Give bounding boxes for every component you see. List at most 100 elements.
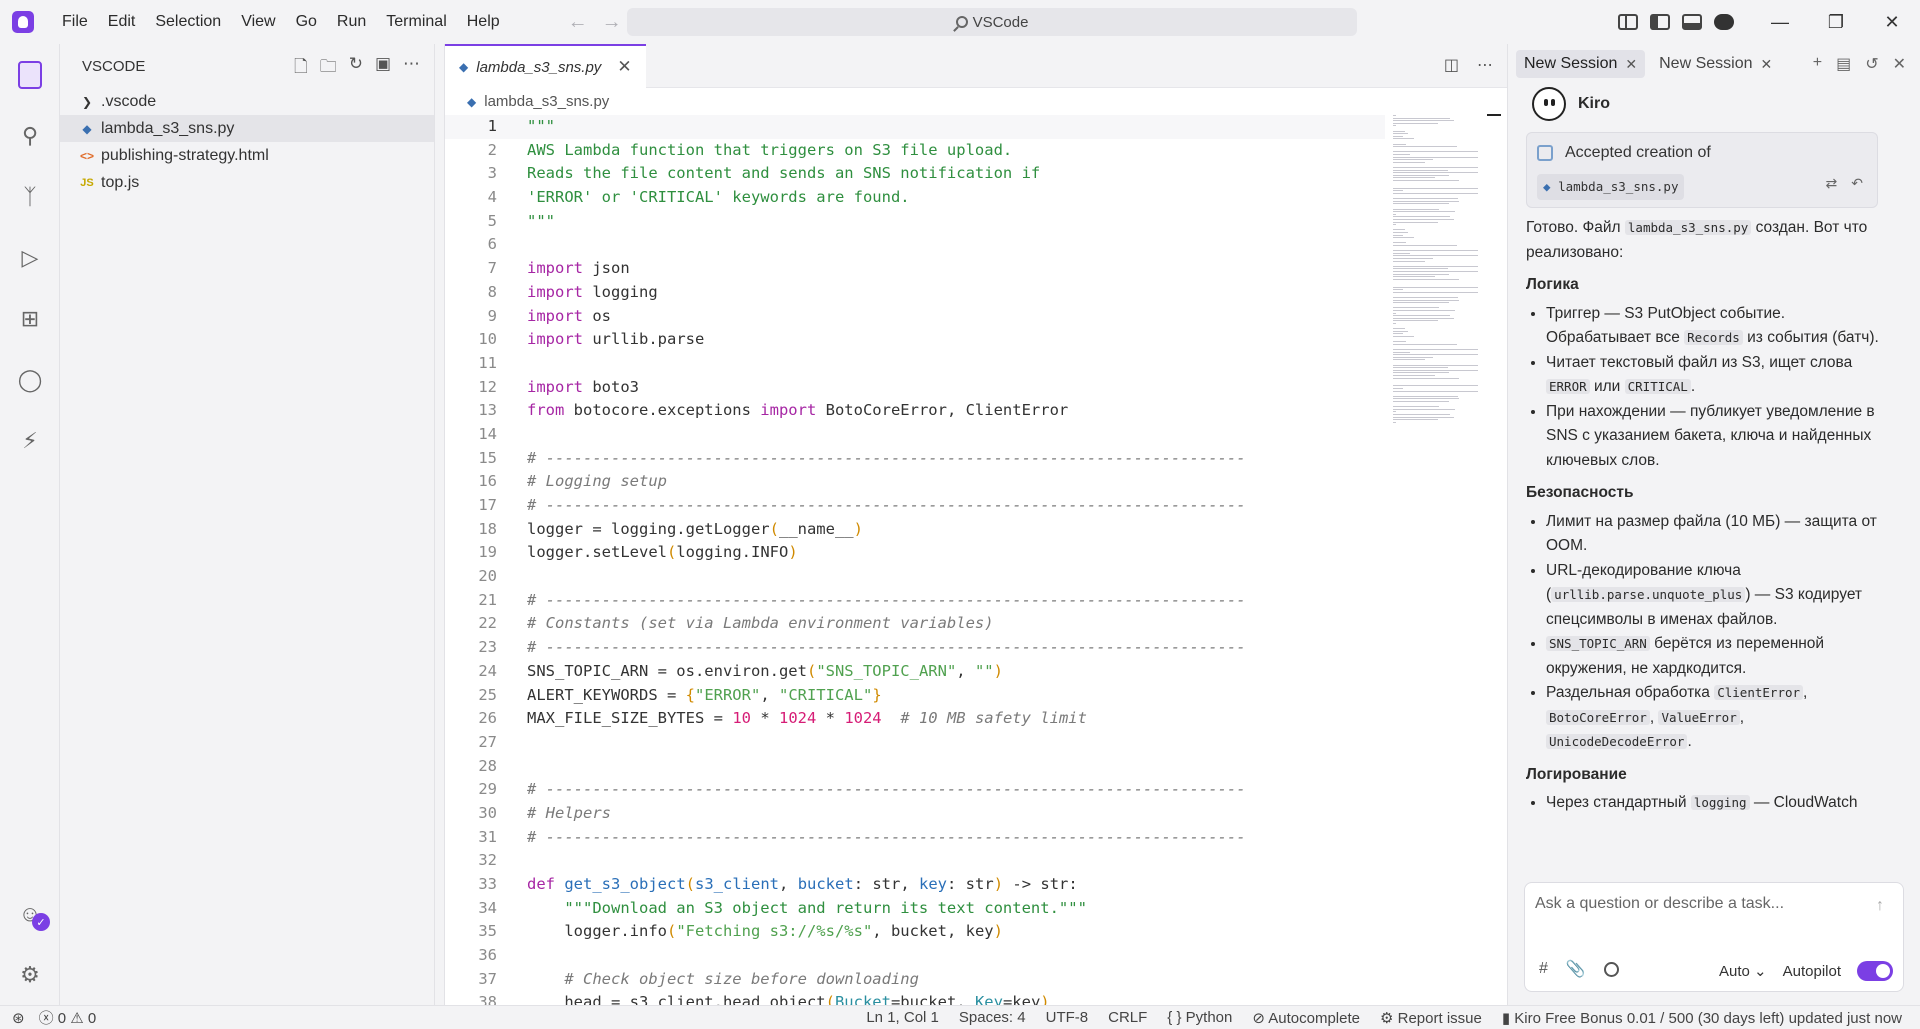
code-line[interactable]: 3 Reads the file content and sends an SNS… <box>445 162 1385 186</box>
code-line[interactable]: 4 'ERROR' or 'CRITICAL' keywords are foun… <box>445 186 1385 210</box>
toggle-sidebar-icon[interactable] <box>1650 14 1670 30</box>
code-line[interactable]: 5 """ <box>445 210 1385 234</box>
menu-edit[interactable]: Edit <box>98 0 146 44</box>
close-window-button[interactable]: ✕ <box>1864 0 1920 44</box>
minimize-button[interactable]: — <box>1752 0 1808 44</box>
collapse-all-icon[interactable]: ▣ <box>375 54 391 83</box>
command-center[interactable]: VSCode <box>627 8 1357 36</box>
menu-terminal[interactable]: Terminal <box>376 0 456 44</box>
code-line[interactable]: 30 # Helpers <box>445 802 1385 826</box>
tree-item-vscode-folder[interactable]: ❯ .vscode <box>60 88 434 115</box>
code-line[interactable]: 21 # ------------------------------------… <box>445 589 1385 613</box>
new-file-icon[interactable]: 🗋 <box>294 54 308 83</box>
code-line[interactable]: 24 SNS_TOPIC_ARN = os.environ.get("SNS_TO… <box>445 660 1385 684</box>
menu-file[interactable]: File <box>52 0 98 44</box>
refresh-icon[interactable]: ↻ <box>349 54 363 83</box>
new-session-icon[interactable]: + <box>1813 54 1822 74</box>
accepted-file-chip[interactable]: ◆ lambda_s3_sns.py <box>1537 173 1685 200</box>
search-activity[interactable]: ⚲ <box>0 105 60 166</box>
autocomplete-status[interactable]: ⊘ Autocomplete <box>1252 1009 1360 1027</box>
editor-tab-lambda[interactable]: ◆ lambda_s3_sns.py ✕ <box>445 44 646 88</box>
report-issue[interactable]: ⚙ Report issue <box>1380 1009 1482 1027</box>
code-line[interactable]: 19 logger.setLevel(logging.INFO) <box>445 541 1385 565</box>
code-line[interactable]: 17 # ------------------------------------… <box>445 494 1385 518</box>
code-line[interactable]: 29 # ------------------------------------… <box>445 778 1385 802</box>
code-line[interactable]: 13 from botocore.exceptions import BotoCo… <box>445 399 1385 423</box>
kiro-activity[interactable]: ◯ <box>0 349 60 410</box>
code-line[interactable]: 34 """Download an S3 object and return i… <box>445 897 1385 921</box>
code-line[interactable]: 32 <box>445 849 1385 873</box>
toggle-panel-icon[interactable] <box>1682 14 1702 30</box>
attach-icon[interactable]: 📎 <box>1566 959 1586 979</box>
code-line[interactable]: 11 <box>445 352 1385 376</box>
autopilot-toggle[interactable] <box>1857 961 1893 981</box>
code-line[interactable]: 12 import boto3 <box>445 376 1385 400</box>
menu-help[interactable]: Help <box>457 0 510 44</box>
back-arrow-icon[interactable]: ← <box>568 11 588 34</box>
code-line[interactable]: 28 <box>445 755 1385 779</box>
indentation[interactable]: Spaces: 4 <box>959 1009 1026 1026</box>
new-folder-icon[interactable]: 🗀 <box>320 54 337 83</box>
forward-arrow-icon[interactable]: → <box>602 11 622 34</box>
code-line[interactable]: 26 MAX_FILE_SIZE_BYTES = 10 * 1024 * 1024… <box>445 707 1385 731</box>
session-list-icon[interactable]: ▤ <box>1836 54 1851 74</box>
tree-item-lambda-file[interactable]: ◆ lambda_s3_sns.py <box>60 115 434 142</box>
code-line[interactable]: 27 <box>445 731 1385 755</box>
language-mode[interactable]: { } Python <box>1167 1009 1232 1026</box>
code-line[interactable]: 14 <box>445 423 1385 447</box>
close-icon[interactable]: ✕ <box>1760 56 1772 73</box>
remote-icon[interactable]: ⊛ <box>12 1009 25 1027</box>
source-control-activity[interactable]: ᛉ <box>0 166 60 227</box>
more-actions-icon[interactable]: ⋯ <box>403 54 420 83</box>
code-line[interactable]: 36 <box>445 944 1385 968</box>
cursor-position[interactable]: Ln 1, Col 1 <box>866 1009 939 1026</box>
code-line[interactable]: 35 logger.info("Fetching s3://%s/%s", bu… <box>445 920 1385 944</box>
code-line[interactable]: 31 # ------------------------------------… <box>445 826 1385 850</box>
line-endings[interactable]: CRLF <box>1108 1009 1147 1026</box>
menu-view[interactable]: View <box>231 0 285 44</box>
open-diff-icon[interactable]: ⇄ <box>1826 171 1838 196</box>
extensions-activity[interactable]: ⊞ <box>0 288 60 349</box>
code-line[interactable]: 22 # Constants (set via Lambda environmen… <box>445 612 1385 636</box>
encoding[interactable]: UTF-8 <box>1046 1009 1089 1026</box>
accounts-activity[interactable]: ☺ ✓ <box>0 883 60 944</box>
tree-item-html-file[interactable]: <> publishing-strategy.html <box>60 142 434 169</box>
kiro-usage-status[interactable]: ▮ Kiro Free Bonus 0.01 / 500 (30 days le… <box>1502 1009 1902 1027</box>
code-line[interactable]: 15 # ------------------------------------… <box>445 447 1385 471</box>
menu-run[interactable]: Run <box>327 0 376 44</box>
breadcrumb-file[interactable]: lambda_s3_sns.py <box>484 93 609 110</box>
close-icon[interactable]: ✕ <box>1625 56 1637 73</box>
tree-item-js-file[interactable]: JS top.js <box>60 169 434 196</box>
explorer-activity[interactable] <box>0 44 60 105</box>
manage-activity[interactable]: ⚙ <box>0 944 60 1005</box>
menu-go[interactable]: Go <box>286 0 327 44</box>
minimap[interactable] <box>1385 115 1485 435</box>
code-line[interactable]: 2 AWS Lambda function that triggers on S3… <box>445 139 1385 163</box>
send-icon[interactable]: ↑ <box>1867 893 1893 919</box>
problems-indicator[interactable]: ⓧ 0 ⚠ 0 <box>39 1007 97 1028</box>
code-line[interactable]: 7 import json <box>445 257 1385 281</box>
code-line[interactable]: 9 import os <box>445 305 1385 329</box>
code-line[interactable]: 37 # Check object size before downloadin… <box>445 968 1385 992</box>
split-editor-icon[interactable]: ◫ <box>1444 55 1459 75</box>
run-debug-activity[interactable]: ▷ <box>0 227 60 288</box>
scrollbar-indicator[interactable] <box>1487 114 1501 116</box>
context-hash-icon[interactable]: # <box>1539 960 1548 978</box>
code-line[interactable]: 23 # ------------------------------------… <box>445 636 1385 660</box>
code-line[interactable]: 20 <box>445 565 1385 589</box>
revert-icon[interactable]: ↶ <box>1851 171 1863 196</box>
chat-tab-2[interactable]: New Session ✕ <box>1651 50 1780 78</box>
code-line[interactable]: 33 def get_s3_object(s3_client, bucket: s… <box>445 873 1385 897</box>
chat-input[interactable] <box>1535 895 1855 913</box>
code-line[interactable]: 16 # Logging setup <box>445 470 1385 494</box>
code-line[interactable]: 10 import urllib.parse <box>445 328 1385 352</box>
code-line[interactable]: 8 import logging <box>445 281 1385 305</box>
mode-select[interactable]: Auto ⌄ <box>1719 962 1767 980</box>
toggle-chat-icon[interactable] <box>1714 14 1734 30</box>
close-tab-icon[interactable]: ✕ <box>617 57 631 77</box>
code-line[interactable]: 1 """ <box>445 115 1385 139</box>
history-icon[interactable]: ↺ <box>1865 54 1878 74</box>
customize-layout-icon[interactable] <box>1618 14 1638 30</box>
close-panel-icon[interactable]: ✕ <box>1893 54 1906 74</box>
editor-more-icon[interactable]: ⋯ <box>1477 55 1493 75</box>
